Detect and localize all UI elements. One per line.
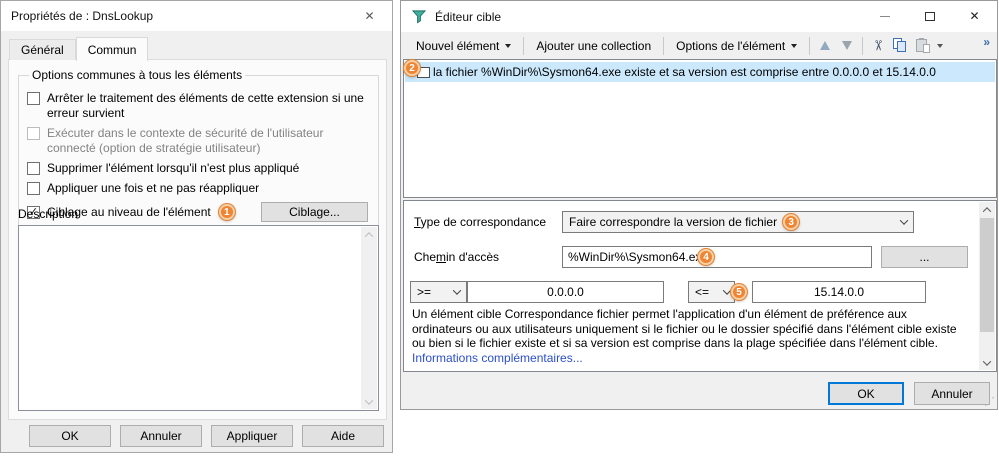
help-button[interactable]: Aide	[302, 425, 384, 447]
checkbox-label: Arrêter le traitement des éléments de ce…	[47, 91, 364, 120]
close-icon[interactable]: ✕	[952, 1, 997, 31]
help-text: Un élément cible Correspondance fichier …	[412, 307, 969, 365]
maximize-icon[interactable]	[907, 1, 952, 31]
target-editor-title: Éditeur cible	[435, 9, 502, 24]
panel-scrollbar[interactable]	[979, 202, 995, 370]
chevron-down-icon	[722, 286, 732, 295]
annotation-badge-4: 4	[698, 249, 714, 265]
add-collection-button[interactable]: Ajouter une collection	[528, 35, 659, 57]
checkbox-row-item-targeting: ✓ Ciblage au niveau de l'élément 1 Cibla…	[27, 202, 370, 222]
target-editor-titlebar[interactable]: Éditeur cible ✕	[401, 1, 997, 32]
checkbox-remove-item[interactable]	[27, 162, 40, 175]
target-editor-dialog: Éditeur cible ✕ Nouvel élément Ajouter u…	[400, 0, 998, 410]
chevron-down-icon	[505, 43, 512, 48]
desktop: Propriétés de : DnsLookup ✕ Général Comm…	[0, 0, 999, 458]
scroll-up-icon[interactable]	[979, 202, 995, 217]
description-textarea[interactable]	[18, 225, 379, 411]
properties-dialog: Propriétés de : DnsLookup ✕ Général Comm…	[0, 0, 393, 453]
tab-page-commun: Options communes à tous les éléments Arr…	[8, 59, 387, 420]
chevron-down-icon	[791, 43, 798, 48]
toolbar-separator	[663, 36, 665, 55]
scroll-up-icon[interactable]	[361, 227, 377, 242]
annotation-badge-5: 5	[731, 284, 747, 300]
toolbar-overflow-icon[interactable]: »	[983, 35, 990, 49]
tab-general[interactable]: Général	[9, 39, 76, 60]
close-icon[interactable]: ✕	[347, 1, 392, 31]
move-down-icon[interactable]	[839, 38, 855, 54]
path-input[interactable]	[562, 246, 872, 268]
max-version-input[interactable]	[752, 281, 926, 303]
match-type-label: Type de correspondance	[414, 215, 547, 229]
checkbox-security-context	[27, 127, 40, 140]
cut-icon[interactable]: ✂	[870, 40, 887, 52]
add-collection-label: Ajouter une collection	[536, 38, 652, 53]
group-title: Options communes à tous les éléments	[32, 68, 243, 82]
match-type-select[interactable]: Faire correspondre la version de fichier…	[562, 211, 914, 233]
cancel-button[interactable]: Annuler	[120, 425, 202, 447]
chevron-down-icon	[452, 286, 462, 295]
minimize-icon[interactable]	[862, 1, 907, 31]
properties-title: Propriétés de : DnsLookup	[11, 9, 154, 23]
scroll-down-icon[interactable]	[361, 394, 377, 409]
min-operator-value: >=	[417, 285, 432, 299]
dialog-button-row: OK Annuler Appliquer Aide	[1, 425, 384, 447]
ok-button[interactable]: OK	[828, 382, 904, 405]
checkbox-row-remove-item: Supprimer l'élément lorsqu'il n'est plus…	[27, 161, 370, 176]
properties-titlebar[interactable]: Propriétés de : DnsLookup ✕	[1, 1, 392, 31]
textarea-scrollbar[interactable]	[361, 227, 377, 409]
toolbar: Nouvel élément Ajouter une collection Op…	[401, 32, 997, 59]
filter-icon	[411, 10, 427, 24]
tab-commun[interactable]: Commun	[75, 37, 149, 61]
browse-button[interactable]: ...	[881, 246, 968, 268]
toolbar-separator	[862, 36, 864, 55]
help-text-body: Un élément cible Correspondance fichier …	[412, 307, 957, 350]
checkbox-label: Exécuter dans le contexte de sécurité de…	[47, 126, 324, 155]
dialog-button-row: OK Annuler	[828, 382, 990, 405]
ok-button[interactable]: OK	[29, 425, 111, 447]
description-label: Description	[18, 207, 79, 221]
chevron-down-icon	[899, 216, 909, 225]
annotation-badge-2: 2	[404, 60, 420, 76]
checkbox-label: Appliquer une fois et ne pas réappliquer	[47, 181, 260, 195]
new-item-button[interactable]: Nouvel élément	[408, 35, 519, 57]
item-options-label: Options de l'élément	[676, 38, 786, 53]
tabstrip: Général Commun	[9, 37, 149, 61]
match-type-value: Faire correspondre la version de fichier	[569, 215, 778, 229]
checkbox-stop-processing[interactable]	[27, 92, 40, 105]
annotation-badge-3: 3	[783, 214, 800, 230]
targeting-button[interactable]: Ciblage...	[261, 202, 368, 222]
new-item-label: Nouvel élément	[416, 38, 500, 53]
toolbar-separator	[809, 36, 811, 55]
checkbox-apply-once[interactable]	[27, 182, 40, 195]
path-label: Chemin d'accès	[414, 250, 500, 264]
toolbar-separator	[523, 36, 525, 55]
resize-grip[interactable]: ⋰	[984, 395, 995, 408]
max-operator-value: <=	[695, 285, 710, 299]
more-info-link[interactable]: Informations complémentaires...	[412, 351, 583, 365]
checkbox-row-apply-once: Appliquer une fois et ne pas réappliquer	[27, 181, 370, 196]
checkbox-row-stop-processing: Arrêter le traitement des éléments de ce…	[27, 91, 370, 121]
apply-button[interactable]: Appliquer	[211, 425, 293, 447]
annotation-badge-1: 1	[218, 204, 235, 220]
min-version-input[interactable]	[467, 281, 664, 303]
item-properties-panel: Type de correspondance Faire correspondr…	[403, 200, 997, 372]
paste-dropdown-icon[interactable]	[936, 43, 943, 48]
cancel-button[interactable]: Annuler	[914, 382, 990, 405]
checkbox-label: Supprimer l'élément lorsqu'il n'est plus…	[47, 161, 300, 175]
list-item-text: la fichier %WinDir%\Sysmon64.exe existe …	[433, 65, 936, 79]
list-item-file-match[interactable]: la fichier %WinDir%\Sysmon64.exe existe …	[405, 62, 995, 82]
move-up-icon[interactable]	[817, 38, 833, 54]
checkbox-row-security-context: Exécuter dans le contexte de sécurité de…	[27, 126, 370, 156]
paste-icon[interactable]	[915, 38, 930, 53]
scrollbar-thumb[interactable]	[980, 218, 994, 332]
max-operator-select[interactable]: <=	[688, 281, 735, 303]
min-operator-select[interactable]: >=	[410, 281, 467, 303]
target-items-list[interactable]: la fichier %WinDir%\Sysmon64.exe existe …	[403, 59, 997, 198]
scroll-down-icon[interactable]	[979, 355, 995, 370]
copy-icon[interactable]	[892, 38, 908, 53]
item-options-button[interactable]: Options de l'élément	[668, 35, 805, 57]
